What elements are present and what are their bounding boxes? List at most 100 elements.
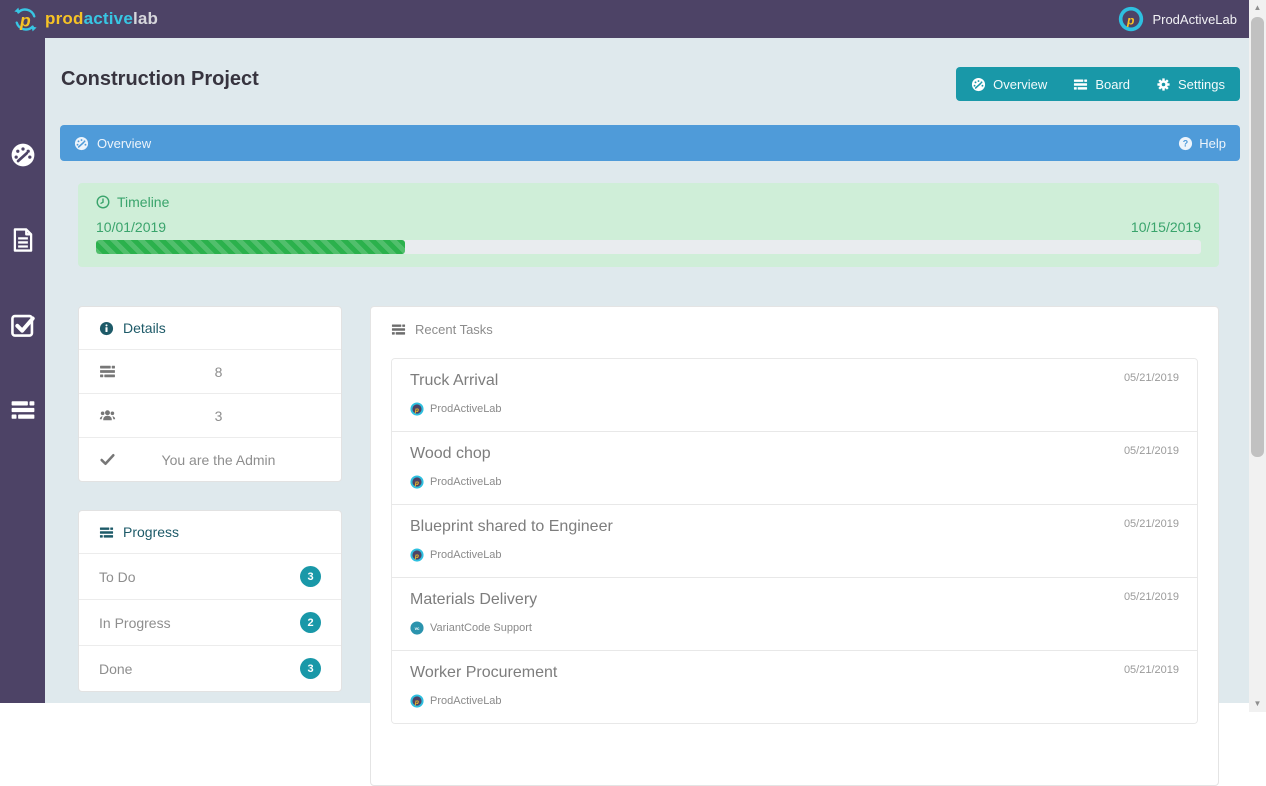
assignee-name: VariantCode Support <box>430 622 532 634</box>
brand-part-prod: prod <box>45 9 84 28</box>
svg-text:p: p <box>414 480 419 487</box>
nav-board-button[interactable]: Board <box>1060 67 1143 101</box>
brand-logo[interactable]: p prodactivelab <box>12 6 158 33</box>
task-title: Wood chop <box>410 445 491 462</box>
recent-tasks-panel: Recent Tasks Truck Arrival p ProdActiveL… <box>370 306 1219 786</box>
progress-card: Progress To Do 3 In Progress 2 Done 3 <box>78 510 342 692</box>
task-title: Blueprint shared to Engineer <box>410 518 613 535</box>
sidebar-item-dashboard[interactable] <box>10 142 36 168</box>
svg-text:p: p <box>1126 13 1135 27</box>
svg-text:p: p <box>414 407 419 414</box>
nav-overview-button[interactable]: Overview <box>958 67 1060 101</box>
task-date: 05/21/2019 <box>1123 372 1179 384</box>
timeline-start-date: 10/01/2019 <box>96 219 167 235</box>
sidebar-item-board[interactable] <box>10 397 36 423</box>
task-assignee: p ProdActiveLab <box>410 475 1179 489</box>
prodactivelab-logo-icon: p <box>12 6 39 33</box>
task-row[interactable]: Truck Arrival p ProdActiveLab 05/21/2019 <box>392 359 1197 432</box>
assignee-name: ProdActiveLab <box>430 695 502 707</box>
tasks-icon <box>391 322 406 337</box>
count-badge: 3 <box>300 658 321 679</box>
task-assignee: p ProdActiveLab <box>410 402 1179 416</box>
nav-button-label: Settings <box>1178 76 1225 92</box>
assignee-name: ProdActiveLab <box>430 549 502 561</box>
task-list: Truck Arrival p ProdActiveLab 05/21/2019… <box>391 358 1198 724</box>
timeline-end-date: 10/15/2019 <box>1130 219 1201 235</box>
details-card-header: Details <box>79 307 341 350</box>
task-date: 05/21/2019 <box>1123 445 1179 457</box>
svg-text:p: p <box>414 699 419 706</box>
details-row: You are the Admin <box>79 438 341 481</box>
nav-settings-button[interactable]: Settings <box>1143 67 1238 101</box>
progress-title: Progress <box>123 524 180 540</box>
main-content: Construction Project Overview Board Sett… <box>45 38 1249 786</box>
task-row[interactable]: Worker Procurement p ProdActiveLab 05/21… <box>392 651 1197 723</box>
question-circle-icon: ? <box>1178 136 1193 151</box>
prodactivelab-avatar-icon: p <box>410 548 424 562</box>
help-label: Help <box>1199 135 1226 151</box>
svg-text:p: p <box>414 553 419 560</box>
user-menu[interactable]: p ProdActiveLab <box>1118 6 1237 32</box>
overview-bar-label: Overview <box>97 135 152 151</box>
page-title: Construction Project <box>61 68 259 90</box>
task-assignee: p ProdActiveLab <box>410 694 1179 708</box>
user-name: ProdActiveLab <box>1152 11 1237 27</box>
scroll-up-arrow-icon[interactable]: ▲ <box>1249 1 1266 15</box>
task-title: Truck Arrival <box>410 372 499 389</box>
assignee-name: ProdActiveLab <box>430 403 502 415</box>
task-date: 05/21/2019 <box>1123 664 1179 676</box>
task-row[interactable]: Blueprint shared to Engineer p ProdActiv… <box>392 505 1197 578</box>
clock-icon <box>96 195 110 209</box>
scrollbar-thumb[interactable] <box>1251 17 1264 457</box>
overview-bar-title: Overview <box>74 136 151 151</box>
brand-part-active: active <box>83 9 133 28</box>
project-nav: Overview Board Settings <box>956 67 1240 101</box>
task-row[interactable]: Materials Delivery vc VariantCode Suppor… <box>392 578 1197 651</box>
svg-text:?: ? <box>1183 138 1188 148</box>
task-title: Worker Procurement <box>410 664 558 681</box>
progress-row-in-progress[interactable]: In Progress 2 <box>79 600 341 646</box>
stream-icon <box>99 363 116 380</box>
details-value: You are the Admin <box>161 451 276 468</box>
gear-icon <box>1156 77 1171 92</box>
count-badge: 3 <box>300 566 321 587</box>
progress-card-header: Progress <box>79 511 341 554</box>
sidebar-item-documents[interactable] <box>10 227 36 253</box>
progress-row-done[interactable]: Done 3 <box>79 646 341 691</box>
recent-tasks-header: Recent Tasks <box>391 322 1198 337</box>
details-rows: 8 3 You are the Admin <box>79 350 341 481</box>
details-value: 3 <box>214 407 223 424</box>
dashboard-icon <box>971 77 986 92</box>
details-row: 3 <box>79 394 341 438</box>
users-icon <box>99 407 116 424</box>
sidebar-item-tasks[interactable] <box>10 312 36 338</box>
details-value: 8 <box>214 363 223 380</box>
task-date: 05/21/2019 <box>1123 591 1179 603</box>
tasks-icon <box>99 525 114 540</box>
timeline-dates: 10/01/2019 10/15/2019 <box>96 219 1201 235</box>
progress-row-to-do[interactable]: To Do 3 <box>79 554 341 600</box>
overview-bar: Overview ? Help <box>60 125 1240 161</box>
sidebar <box>0 38 45 703</box>
nav-button-label: Overview <box>993 76 1048 92</box>
prodactivelab-avatar-icon: p <box>410 475 424 489</box>
progress-row-label: In Progress <box>99 614 171 631</box>
dashboard-icon <box>74 136 89 151</box>
recent-tasks-title: Recent Tasks <box>415 322 493 337</box>
prodactivelab-avatar-icon: p <box>410 402 424 416</box>
check-icon <box>99 451 116 468</box>
vertical-scrollbar[interactable]: ▲ ▼ <box>1249 0 1266 712</box>
details-row: 8 <box>79 350 341 394</box>
help-button[interactable]: ? Help <box>1178 136 1226 151</box>
task-row[interactable]: Wood chop p ProdActiveLab 05/21/2019 <box>392 432 1197 505</box>
timeline-progress-fill <box>96 240 406 254</box>
scroll-down-arrow-icon[interactable]: ▼ <box>1249 697 1266 711</box>
task-title: Materials Delivery <box>410 591 538 608</box>
stream-icon <box>1073 77 1088 92</box>
timeline-label: Timeline <box>117 194 170 210</box>
info-circle-icon <box>99 321 114 336</box>
details-title: Details <box>123 320 166 336</box>
details-card: Details 8 3 You are the Admin <box>78 306 342 482</box>
task-date: 05/21/2019 <box>1123 518 1179 530</box>
progress-rows: To Do 3 In Progress 2 Done 3 <box>79 554 341 691</box>
